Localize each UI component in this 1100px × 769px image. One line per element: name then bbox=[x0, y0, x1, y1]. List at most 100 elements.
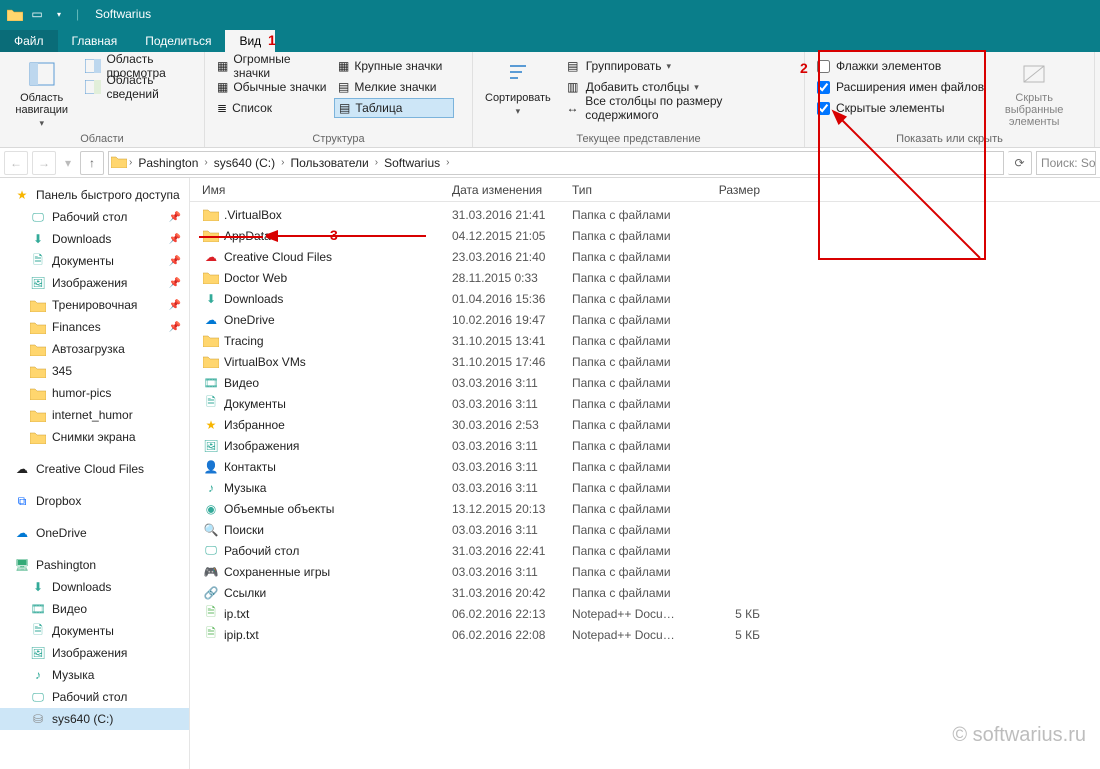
layout-large[interactable]: ▦Крупные значки bbox=[334, 56, 454, 76]
table-row[interactable]: ♪Музыка03.03.2016 3:11Папка с файлами bbox=[190, 477, 1100, 498]
sort-button[interactable]: Сортировать ▾ bbox=[481, 56, 555, 119]
hide-icon bbox=[1018, 58, 1050, 90]
tab-view[interactable]: Вид bbox=[225, 30, 275, 52]
tab-file[interactable]: Файл bbox=[0, 30, 58, 52]
sidebar-pc-item[interactable]: ⬇Downloads bbox=[0, 576, 189, 598]
table-row[interactable]: 🎞Видео03.03.2016 3:11Папка с файлами bbox=[190, 372, 1100, 393]
checkbox-hidden-input[interactable] bbox=[817, 102, 830, 115]
sidebar-pc-item[interactable]: 🖼Изображения bbox=[0, 642, 189, 664]
table-row[interactable]: ★Избранное30.03.2016 2:53Папка с файлами bbox=[190, 414, 1100, 435]
table-row[interactable]: AppData04.12.2015 21:05Папка с файлами bbox=[190, 225, 1100, 246]
folder-icon bbox=[202, 354, 220, 370]
qat-properties-icon[interactable]: ▭ bbox=[28, 5, 46, 23]
checkbox-ext-input[interactable] bbox=[817, 81, 830, 94]
table-row[interactable]: 🗎Документы03.03.2016 3:11Папка с файлами bbox=[190, 393, 1100, 414]
crumb-2[interactable]: Пользователи bbox=[286, 154, 372, 172]
table-row[interactable]: 🖼Изображения03.03.2016 3:11Папка с файла… bbox=[190, 435, 1100, 456]
sidebar-quick-item[interactable]: 🗎Документы📌 bbox=[0, 250, 189, 272]
pc-icon: 🖥 bbox=[14, 557, 30, 573]
col-type[interactable]: Тип bbox=[572, 183, 692, 197]
sidebar-pc-item[interactable]: ⛁sys640 (C:) bbox=[0, 708, 189, 730]
sidebar-quick-access[interactable]: ★Панель быстрого доступа bbox=[0, 184, 189, 206]
sidebar-quick-item[interactable]: Finances📌 bbox=[0, 316, 189, 338]
up-button[interactable]: ↑ bbox=[80, 151, 104, 175]
file-type: Папка с файлами bbox=[572, 460, 692, 474]
sidebar-quick-item[interactable]: Тренировочная📌 bbox=[0, 294, 189, 316]
sidebar-onedrive[interactable]: ☁OneDrive bbox=[0, 522, 189, 544]
table-row[interactable]: Tracing31.10.2015 13:41Папка с файлами bbox=[190, 330, 1100, 351]
table-row[interactable]: 🗎ip.txt06.02.2016 22:13Notepad++ Docu…5 … bbox=[190, 603, 1100, 624]
refresh-button[interactable]: ⟳ bbox=[1008, 151, 1032, 175]
table-row[interactable]: ☁Creative Cloud Files23.03.2016 21:40Пап… bbox=[190, 246, 1100, 267]
file-name: Объемные объекты bbox=[224, 502, 452, 516]
recent-dropdown[interactable]: ▾ bbox=[60, 151, 76, 175]
table-row[interactable]: 🎮Сохраненные игры03.03.2016 3:11Папка с … bbox=[190, 561, 1100, 582]
table-row[interactable]: Doctor Web28.11.2015 0:33Папка с файлами bbox=[190, 267, 1100, 288]
table-row[interactable]: .VirtualBox31.03.2016 21:41Папка с файла… bbox=[190, 204, 1100, 225]
sidebar-pc-item[interactable]: ♪Музыка bbox=[0, 664, 189, 686]
pin-icon: 📌 bbox=[169, 322, 181, 333]
crumb-1[interactable]: sys640 (C:) bbox=[210, 154, 279, 172]
breadcrumb[interactable]: › Pashington› sys640 (C:)› Пользователи›… bbox=[108, 151, 1004, 175]
sidebar-quick-item[interactable]: 🖵Рабочий стол📌 bbox=[0, 206, 189, 228]
details-pane-button[interactable]: Область сведений bbox=[81, 77, 196, 97]
table-row[interactable]: VirtualBox VMs31.10.2015 17:46Папка с фа… bbox=[190, 351, 1100, 372]
group-by-button[interactable]: ▤Группировать▾ bbox=[561, 56, 796, 76]
sidebar-quick-item[interactable]: internet_humor bbox=[0, 404, 189, 426]
sidebar-pc-item[interactable]: 🎞Видео bbox=[0, 598, 189, 620]
pin-icon: 📌 bbox=[169, 278, 181, 289]
crumb-0[interactable]: Pashington bbox=[134, 154, 202, 172]
forward-button[interactable]: → bbox=[32, 151, 56, 175]
folder-icon bbox=[30, 297, 46, 313]
col-date[interactable]: Дата изменения bbox=[452, 183, 572, 197]
nav-pane-button[interactable]: Область навигации ▾ bbox=[8, 56, 75, 131]
sidebar-quick-item[interactable]: 🖼Изображения📌 bbox=[0, 272, 189, 294]
table-row[interactable]: 🗎ipip.txt06.02.2016 22:08Notepad++ Docu…… bbox=[190, 624, 1100, 645]
autosize-columns-button[interactable]: ↔Все столбцы по размеру содержимого bbox=[561, 98, 796, 118]
checkbox-flags-input[interactable] bbox=[817, 60, 830, 73]
sidebar-quick-item[interactable]: ⬇Downloads📌 bbox=[0, 228, 189, 250]
back-button[interactable]: ← bbox=[4, 151, 28, 175]
layout-medium[interactable]: ▦Обычные значки bbox=[213, 77, 333, 97]
desktop-icon: 🖵 bbox=[30, 689, 46, 705]
table-row[interactable]: ☁OneDrive10.02.2016 19:47Папка с файлами bbox=[190, 309, 1100, 330]
checkbox-item-flags[interactable]: Флажки элементов bbox=[813, 56, 988, 76]
sidebar-dropbox[interactable]: ⧉Dropbox bbox=[0, 490, 189, 512]
col-name[interactable]: Имя bbox=[202, 183, 452, 197]
hide-selected-button[interactable]: Скрыть выбранные элементы bbox=[994, 56, 1074, 130]
sidebar-thispc[interactable]: 🖥Pashington bbox=[0, 554, 189, 576]
layout-list[interactable]: ≣Список bbox=[213, 98, 333, 118]
layout-small[interactable]: ▤Мелкие значки bbox=[334, 77, 454, 97]
file-type: Папка с файлами bbox=[572, 481, 692, 495]
sidebar-quick-item[interactable]: Автозагрузка bbox=[0, 338, 189, 360]
checkbox-hidden-items[interactable]: Скрытые элементы bbox=[813, 98, 988, 118]
tab-share[interactable]: Поделиться bbox=[131, 30, 225, 52]
table-row[interactable]: ⬇Downloads01.04.2016 15:36Папка с файлам… bbox=[190, 288, 1100, 309]
file-name: Сохраненные игры bbox=[224, 565, 452, 579]
file-type: Папка с файлами bbox=[572, 292, 692, 306]
sidebar-pc-item[interactable]: 🗎Документы bbox=[0, 620, 189, 642]
layout-details[interactable]: ▤Таблица bbox=[334, 98, 454, 118]
sidebar-quick-item[interactable]: 345 bbox=[0, 360, 189, 382]
qat-dropdown-icon[interactable]: ▾ bbox=[50, 5, 68, 23]
file-type: Папка с файлами bbox=[572, 565, 692, 579]
file-type: Папка с файлами bbox=[572, 397, 692, 411]
col-size[interactable]: Размер bbox=[692, 183, 772, 197]
sidebar-quick-item[interactable]: humor-pics bbox=[0, 382, 189, 404]
crumb-3[interactable]: Softwarius bbox=[380, 154, 444, 172]
table-row[interactable]: 🔗Ссылки31.03.2016 20:42Папка с файлами bbox=[190, 582, 1100, 603]
checkbox-file-extensions[interactable]: Расширения имен файлов bbox=[813, 77, 988, 97]
address-bar: ← → ▾ ↑ › Pashington› sys640 (C:)› Польз… bbox=[0, 148, 1100, 178]
table-row[interactable]: 🖵Рабочий стол31.03.2016 22:41Папка с фай… bbox=[190, 540, 1100, 561]
file-type: Папка с файлами bbox=[572, 355, 692, 369]
sidebar-quick-item[interactable]: Снимки экрана bbox=[0, 426, 189, 448]
search-input[interactable]: Поиск: Soft bbox=[1036, 151, 1096, 175]
file-name: ipip.txt bbox=[224, 628, 452, 642]
tab-home[interactable]: Главная bbox=[58, 30, 132, 52]
sidebar-pc-item[interactable]: 🖵Рабочий стол bbox=[0, 686, 189, 708]
table-row[interactable]: 👤Контакты03.03.2016 3:11Папка с файлами bbox=[190, 456, 1100, 477]
layout-extra-large[interactable]: ▦Огромные значки bbox=[213, 56, 333, 76]
table-row[interactable]: 🔍Поиски03.03.2016 3:11Папка с файлами bbox=[190, 519, 1100, 540]
sidebar-ccf[interactable]: ☁Creative Cloud Files bbox=[0, 458, 189, 480]
table-row[interactable]: ◉Объемные объекты13.12.2015 20:13Папка с… bbox=[190, 498, 1100, 519]
